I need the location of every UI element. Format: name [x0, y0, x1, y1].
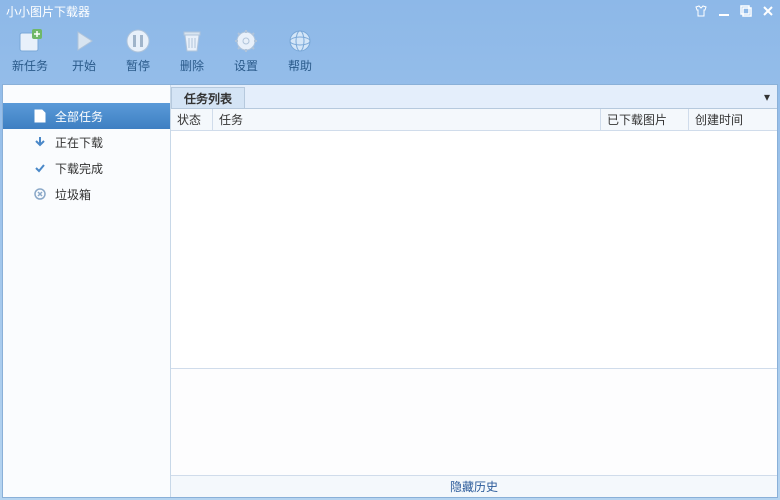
- minimize-icon[interactable]: [718, 5, 730, 17]
- sidebar-item-trash[interactable]: 垃圾箱: [3, 181, 170, 207]
- column-headers: 状态 任务 已下载图片 创建时间: [171, 109, 777, 131]
- sidebar-label: 下载完成: [55, 160, 103, 177]
- help-button[interactable]: 帮助: [280, 27, 320, 74]
- sidebar-item-downloading[interactable]: 正在下载: [3, 129, 170, 155]
- globe-icon: [286, 27, 314, 55]
- maximize-icon[interactable]: [740, 5, 752, 17]
- check-icon: [33, 161, 47, 175]
- close-icon[interactable]: [762, 5, 774, 17]
- pause-icon: [124, 27, 152, 55]
- settings-button[interactable]: 设置: [226, 27, 266, 74]
- title-bar: 小小图片下载器: [0, 0, 780, 22]
- new-task-icon: [16, 27, 44, 55]
- shirt-icon[interactable]: [694, 5, 708, 17]
- tab-label: 任务列表: [184, 90, 232, 107]
- play-icon: [70, 27, 98, 55]
- pause-button[interactable]: 暂停: [118, 27, 158, 74]
- chevron-down-icon: ▾: [764, 90, 770, 104]
- gear-icon: [232, 27, 260, 55]
- sidebar-label: 垃圾箱: [55, 186, 91, 203]
- delete-circle-icon: [33, 187, 47, 201]
- window-title: 小小图片下载器: [6, 3, 694, 20]
- tab-dropdown[interactable]: ▾: [757, 85, 777, 108]
- main-panel: 任务列表 ▾ 状态 任务 已下载图片 创建时间 隐藏历史: [171, 85, 777, 497]
- document-icon: [33, 109, 47, 123]
- new-task-button[interactable]: 新任务: [10, 27, 50, 74]
- hide-history-button[interactable]: 隐藏历史: [171, 475, 777, 497]
- col-created[interactable]: 创建时间: [689, 109, 777, 130]
- hide-history-label: 隐藏历史: [450, 478, 498, 495]
- delete-button[interactable]: 删除: [172, 27, 212, 74]
- tab-row: 任务列表 ▾: [171, 85, 777, 109]
- settings-label: 设置: [234, 57, 258, 74]
- start-button[interactable]: 开始: [64, 27, 104, 74]
- col-status[interactable]: 状态: [171, 109, 213, 130]
- help-label: 帮助: [288, 57, 312, 74]
- trash-icon: [178, 27, 206, 55]
- sidebar-label: 正在下载: [55, 134, 103, 151]
- delete-label: 删除: [180, 57, 204, 74]
- sidebar-item-all-tasks[interactable]: 全部任务: [3, 103, 170, 129]
- new-task-label: 新任务: [12, 57, 48, 74]
- pause-label: 暂停: [126, 57, 150, 74]
- sidebar-item-completed[interactable]: 下载完成: [3, 155, 170, 181]
- start-label: 开始: [72, 57, 96, 74]
- task-list-area: [171, 131, 777, 369]
- col-task[interactable]: 任务: [213, 109, 601, 130]
- sidebar: 全部任务 正在下载 下载完成 垃圾箱: [3, 85, 171, 497]
- download-arrow-icon: [33, 135, 47, 149]
- col-downloaded[interactable]: 已下载图片: [601, 109, 689, 130]
- history-area: [171, 369, 777, 475]
- sidebar-label: 全部任务: [55, 108, 103, 125]
- tab-task-list[interactable]: 任务列表: [171, 87, 245, 108]
- toolbar: 新任务 开始 暂停 删除 设置 帮助: [0, 22, 780, 82]
